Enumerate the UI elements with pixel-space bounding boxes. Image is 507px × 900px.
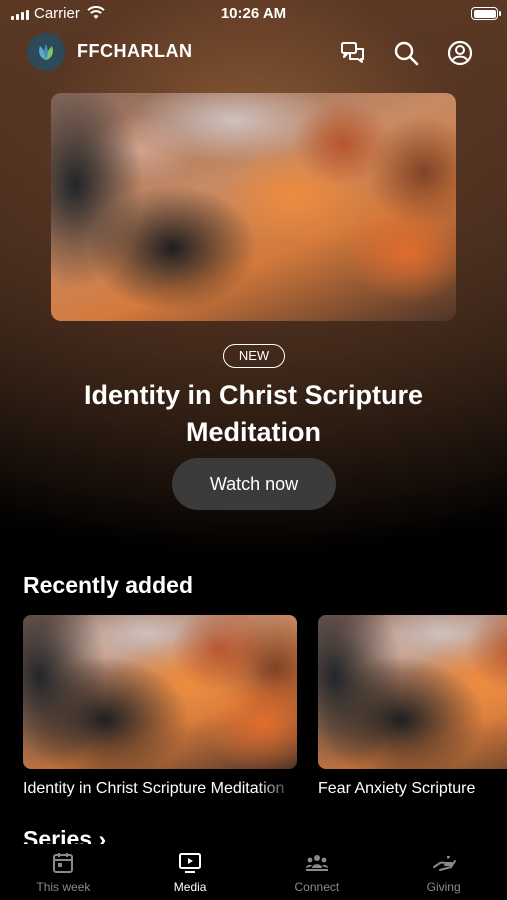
tab-label: Connect <box>294 880 340 894</box>
tab-label: This week <box>36 880 91 894</box>
media-thumbnail[interactable] <box>23 615 297 769</box>
church-logo-icon[interactable] <box>27 33 65 71</box>
app-name: FFCHARLAN <box>77 41 193 61</box>
media-title: Identity in Christ Scripture Meditation <box>23 780 285 797</box>
tab-connect[interactable]: Connect <box>254 844 381 900</box>
status-bar: Carrier 10:26 AM <box>0 0 507 28</box>
hand-heart-icon <box>432 855 456 871</box>
group-icon <box>305 855 328 871</box>
tab-giving[interactable]: Giving <box>380 844 507 900</box>
chevron-right-icon: › <box>98 826 107 846</box>
profile-icon[interactable] <box>447 40 473 66</box>
watch-now-button[interactable]: Watch now <box>172 458 336 510</box>
media-thumbnail[interactable] <box>318 615 507 769</box>
tab-label: Media <box>173 880 207 894</box>
tab-bar: This week Media Connect Giving <box>0 844 507 900</box>
calendar-icon <box>53 853 74 873</box>
new-badge: NEW <box>223 344 285 368</box>
tab-this-week[interactable]: This week <box>0 844 127 900</box>
tab-media[interactable]: Media <box>127 844 254 900</box>
series-label: Series <box>23 826 93 846</box>
search-icon[interactable] <box>393 40 419 66</box>
recently-added-heading: Recently added <box>23 572 193 598</box>
chat-icon[interactable] <box>340 40 366 66</box>
clock: 10:26 AM <box>220 5 287 22</box>
battery-icon <box>471 7 501 20</box>
hero-title: Identity in Christ Scripture Meditation <box>83 380 424 447</box>
hero-thumbnail[interactable] <box>51 93 456 321</box>
play-screen-icon <box>179 853 202 873</box>
media-card[interactable]: Identity in Christ Scripture Meditation <box>23 615 297 805</box>
tab-label: Giving <box>426 880 461 894</box>
media-title: Fear Anxiety Scripture <box>318 780 476 797</box>
app-header: FFCHARLAN <box>0 30 507 74</box>
media-card[interactable]: Fear Anxiety Scripture <box>318 615 507 805</box>
series-heading[interactable]: Series › <box>23 826 106 846</box>
